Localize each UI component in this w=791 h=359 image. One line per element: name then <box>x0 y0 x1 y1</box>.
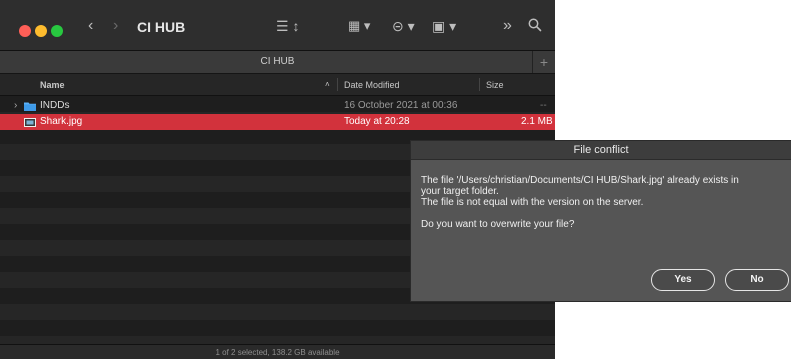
file-row-shark[interactable]: Shark.jpg Today at 20:28 2.1 MB <box>0 114 555 130</box>
minimize-window-button[interactable] <box>35 25 47 37</box>
forward-icon[interactable]: › <box>113 16 118 36</box>
action-menu-icon[interactable]: ⊝ ▾ <box>392 16 415 36</box>
message-line: your target folder. <box>421 186 499 197</box>
tab-ci-hub[interactable]: CI HUB <box>0 56 555 67</box>
message-line: The file is not equal with the version o… <box>421 197 644 208</box>
overflow-icon[interactable]: » <box>503 16 512 36</box>
file-size: -- <box>540 100 547 111</box>
back-icon[interactable]: ‹ <box>88 16 93 36</box>
tab-bar: CI HUB + <box>0 51 555 74</box>
dialog-message: The file '/Users/christian/Documents/CI … <box>421 175 781 230</box>
new-tab-button[interactable]: + <box>532 51 555 73</box>
toolbar: ‹ › CI HUB ☰ ↕ ▦ ▾ ⊝ ▾ ▣ ▾ » <box>0 0 555 51</box>
yes-button[interactable]: Yes <box>651 269 715 291</box>
search-icon[interactable] <box>528 18 542 32</box>
image-file-icon <box>24 118 36 127</box>
folder-icon <box>24 102 36 111</box>
message-line: The file '/Users/christian/Documents/CI … <box>421 175 739 186</box>
file-date: 16 October 2021 at 00:36 <box>344 100 458 111</box>
list-view-icon[interactable]: ☰ ↕ <box>276 16 299 36</box>
column-size[interactable]: Size <box>486 80 504 90</box>
dialog-question: Do you want to overwrite your file? <box>421 219 575 230</box>
column-date-modified[interactable]: Date Modified <box>344 80 400 90</box>
close-window-button[interactable] <box>19 25 31 37</box>
column-divider <box>479 78 480 91</box>
tag-menu-icon[interactable]: ▣ ▾ <box>432 16 456 36</box>
window-title: CI HUB <box>137 19 186 35</box>
column-header: Name ˄ Date Modified Size <box>0 74 555 96</box>
no-button[interactable]: No <box>725 269 789 291</box>
zoom-window-button[interactable] <box>51 25 63 37</box>
file-name: INDDs <box>40 100 70 111</box>
sort-chevron-icon: ˄ <box>325 80 330 89</box>
file-row-indds[interactable]: › INDDs 16 October 2021 at 00:36 -- <box>0 98 555 114</box>
status-bar: 1 of 2 selected, 138.2 GB available <box>0 344 555 359</box>
column-divider <box>337 78 338 91</box>
file-size: 2.1 MB <box>521 116 553 127</box>
dialog-title: File conflict <box>411 141 791 160</box>
file-conflict-dialog: File conflict The file '/Users/christian… <box>410 140 791 302</box>
file-name: Shark.jpg <box>40 116 83 127</box>
file-date: Today at 20:28 <box>344 116 410 127</box>
group-view-icon[interactable]: ▦ ▾ <box>348 16 370 36</box>
disclosure-icon[interactable]: › <box>14 100 17 112</box>
column-name[interactable]: Name <box>40 80 65 90</box>
